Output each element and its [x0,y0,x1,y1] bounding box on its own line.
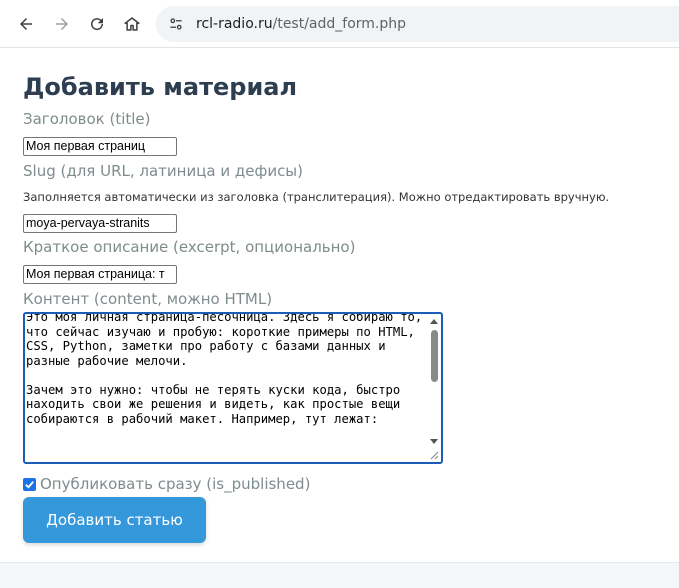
submit-button[interactable]: Добавить статью [23,497,206,543]
scroll-thumb[interactable] [431,330,438,382]
slug-input[interactable]: moya-pervaya-stranits [23,214,177,233]
reload-button[interactable] [85,12,109,36]
site-info-button[interactable] [166,14,186,34]
url-host: rcl-radio.ru [196,16,273,32]
publish-label[interactable]: Опубликовать сразу (is_published) [40,474,310,494]
reload-icon [91,18,104,31]
scroll-down-arrow-icon[interactable] [430,439,438,444]
content-textarea[interactable]: Это моя личная страница-песочница. Здесь… [23,312,443,464]
excerpt-input[interactable]: Моя первая страница: т [23,265,177,284]
url-text[interactable]: rcl-radio.ru/test/add_form.php [196,14,406,34]
resize-grip-icon[interactable] [429,450,439,460]
checkmark-icon [25,480,34,489]
forward-arrow-icon [56,18,68,30]
back-button[interactable] [14,12,38,36]
slug-label: Slug (для URL, латиница и дефисы) [23,162,304,180]
content-label: Контент (content, можно HTML) [23,290,273,308]
title-input[interactable]: Моя первая страниц [23,137,177,156]
home-icon [124,17,140,31]
page-title: Добавить материал [23,73,298,101]
forward-button[interactable] [50,12,74,36]
publish-checkbox[interactable] [23,477,36,491]
textarea-scrollbar[interactable] [427,314,441,462]
excerpt-label: Краткое описание (excerpt, опционально) [23,238,356,256]
address-bar[interactable]: rcl-radio.ru/test/add_form.php [156,6,679,42]
home-button[interactable] [120,12,144,36]
slug-hint: Заполняется автоматически из заголовка (… [23,190,610,204]
title-label: Заголовок (title) [23,110,151,128]
content-text[interactable]: Это моя личная страница-песочница. Здесь… [25,314,427,426]
page-footer [0,562,679,588]
publish-row[interactable]: Опубликовать сразу (is_published) [23,474,310,494]
scroll-up-arrow-icon[interactable] [430,319,438,324]
url-path: /test/add_form.php [272,16,407,32]
site-info-icon [170,18,182,30]
browser-toolbar: rcl-radio.ru/test/add_form.php [0,0,679,48]
back-arrow-icon [20,18,32,30]
